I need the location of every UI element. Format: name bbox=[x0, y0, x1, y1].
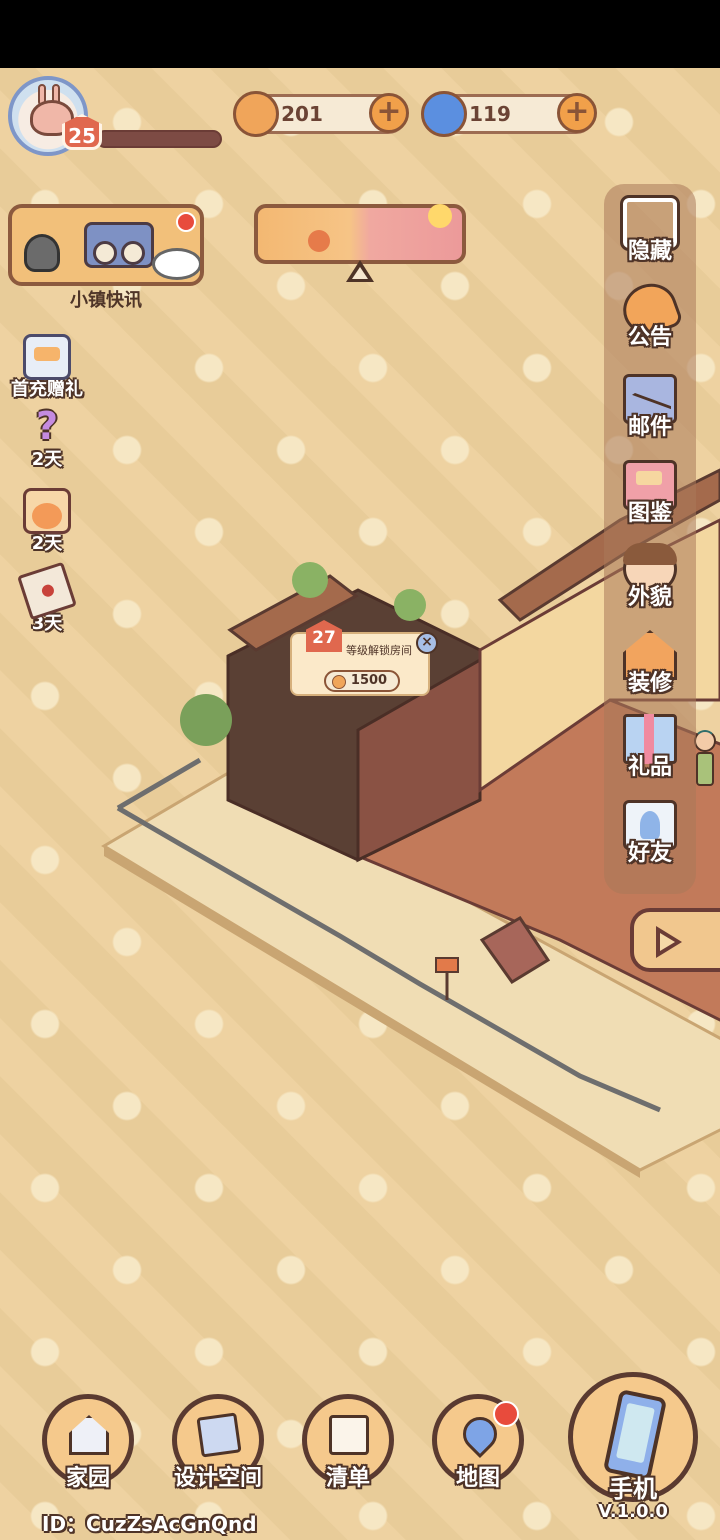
town-news-label: 小镇快讯 bbox=[70, 290, 142, 311]
xp-bar bbox=[96, 130, 222, 148]
event-timer: 3天 bbox=[31, 613, 63, 634]
gem-counter: 119 + bbox=[421, 91, 597, 137]
mailbox bbox=[435, 957, 459, 973]
nav-checklist[interactable]: 清单 bbox=[300, 1394, 396, 1492]
menu-hide[interactable]: 隐藏 bbox=[604, 195, 696, 264]
menu-label: 礼品 bbox=[627, 755, 672, 780]
nav-label: 设计空间 bbox=[173, 1466, 262, 1491]
event-timer: 2天 bbox=[31, 533, 63, 554]
phone-icon bbox=[602, 1388, 668, 1482]
event-timer: 2天 bbox=[31, 449, 63, 470]
sealed-letter-icon bbox=[17, 561, 77, 621]
event-label: 首充赠礼 bbox=[11, 379, 83, 400]
sun-icon bbox=[428, 204, 452, 228]
event-letter[interactable]: 3天 bbox=[4, 561, 90, 634]
radio-icon bbox=[84, 222, 154, 268]
menu-decorate[interactable]: 装修 bbox=[604, 630, 696, 696]
menu-gifts[interactable]: 礼品 bbox=[604, 714, 696, 780]
menu-label: 公告 bbox=[627, 325, 672, 350]
status-bar bbox=[0, 0, 720, 68]
menu-label: 隐藏 bbox=[627, 239, 672, 264]
player-id-prefix: ID： bbox=[42, 1512, 87, 1536]
menu-label: 邮件 bbox=[627, 415, 672, 440]
nav-home[interactable]: 家园 bbox=[40, 1394, 136, 1492]
menu-appearance[interactable]: 外貌 bbox=[604, 543, 696, 610]
cat-icon bbox=[152, 248, 200, 280]
gift-box-icon bbox=[23, 334, 71, 380]
nav-design-space[interactable]: 设计空间 bbox=[170, 1394, 266, 1492]
plant-mid bbox=[394, 589, 426, 621]
version-label: V.1.0.0 bbox=[598, 1501, 668, 1522]
coin-counter: 201 + bbox=[233, 91, 409, 137]
menu-label: 好友 bbox=[627, 841, 672, 866]
first-recharge-gift[interactable]: 首充赠礼 bbox=[4, 334, 90, 400]
npc-head bbox=[694, 730, 716, 752]
play-arrow-icon bbox=[656, 926, 682, 958]
add-coin-button[interactable]: + bbox=[369, 93, 409, 133]
menu-album[interactable]: 图鉴 bbox=[604, 460, 696, 526]
menu-mail[interactable]: 邮件 bbox=[604, 374, 696, 440]
time-pointer-icon bbox=[346, 260, 374, 282]
menu-label: 装修 bbox=[627, 671, 672, 696]
question-mark-icon: ? bbox=[35, 404, 59, 448]
room-unlock-bubble[interactable]: 27 等级解锁房间 × 1500 bbox=[290, 620, 438, 696]
phone-button[interactable]: 手机 V.1.0.0 bbox=[566, 1372, 700, 1522]
player-id-value: CuzZsAcGnQnd bbox=[86, 1512, 257, 1536]
cat-jar-icon bbox=[23, 488, 71, 534]
npc-character[interactable] bbox=[694, 730, 716, 802]
nav-map[interactable]: 地图 bbox=[430, 1394, 526, 1492]
menu-friends[interactable]: 好友 bbox=[604, 800, 696, 866]
menu-notice[interactable]: 公告 bbox=[604, 276, 696, 350]
coin-value: 201 bbox=[281, 102, 323, 126]
sunset-icon bbox=[308, 230, 330, 252]
checklist-icon bbox=[329, 1415, 369, 1455]
design-ruler-icon bbox=[196, 1412, 242, 1458]
phone-label: 手机 bbox=[609, 1475, 657, 1503]
player-id: ID：CuzZsAcGnQnd bbox=[42, 1512, 257, 1536]
nav-label: 地图 bbox=[455, 1466, 500, 1491]
nav-label: 清单 bbox=[325, 1466, 370, 1491]
unlock-cost-button[interactable]: 1500 bbox=[324, 670, 400, 692]
gem-value: 119 bbox=[469, 102, 511, 126]
close-icon[interactable]: × bbox=[416, 632, 438, 654]
expand-panel-button[interactable] bbox=[630, 908, 720, 972]
plant-top bbox=[292, 562, 328, 598]
npc-body bbox=[696, 752, 714, 786]
event-mystery[interactable]: ? 2天 bbox=[4, 404, 90, 470]
unlock-text: 等级解锁房间 bbox=[346, 644, 412, 657]
kettle-icon bbox=[24, 234, 60, 272]
weather-time-bar[interactable] bbox=[254, 204, 466, 264]
notification-dot bbox=[176, 212, 196, 232]
plant-left bbox=[180, 694, 232, 746]
home-icon bbox=[69, 1415, 109, 1455]
nav-label: 家园 bbox=[65, 1466, 110, 1491]
add-gem-button[interactable]: + bbox=[557, 93, 597, 133]
town-news-button[interactable] bbox=[8, 204, 204, 286]
notification-dot bbox=[493, 1401, 519, 1427]
menu-label: 图鉴 bbox=[627, 501, 672, 526]
event-cat-jar[interactable]: 2天 bbox=[4, 488, 90, 554]
menu-label: 外貌 bbox=[627, 585, 672, 610]
